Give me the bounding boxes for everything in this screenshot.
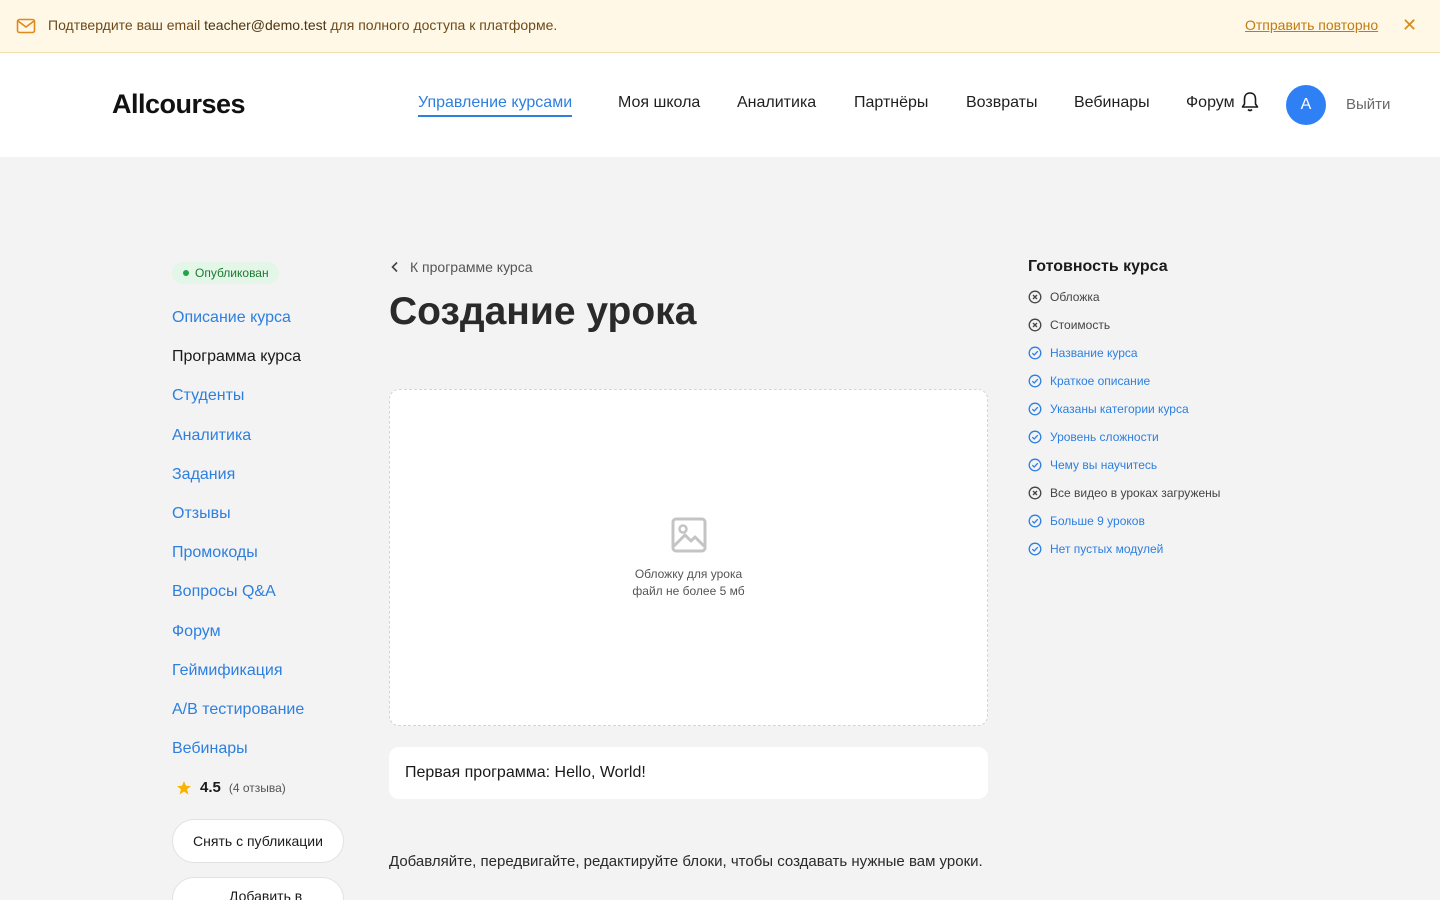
- page-title: Создание урока: [389, 290, 697, 333]
- readiness-item-label: Нет пустых модулей: [1050, 542, 1164, 556]
- readiness-item-label: Указаны категории курса: [1050, 402, 1189, 416]
- nav-refunds[interactable]: Возвраты: [966, 94, 1038, 112]
- readiness-item-label: Все видео в уроках загружены: [1050, 486, 1221, 500]
- sidebar-item-promocodes[interactable]: Промокоды: [172, 544, 258, 562]
- rating-count: (4 отзыва): [228, 780, 286, 795]
- readiness-item-difficulty: Уровень сложности: [1028, 430, 1159, 444]
- readiness-item-cover: Обложка: [1028, 290, 1100, 304]
- back-label: К программе курса: [410, 259, 533, 275]
- sidebar-item-students[interactable]: Студенты: [172, 387, 244, 405]
- bell-icon[interactable]: [1240, 91, 1260, 113]
- sidebar-item-assignments[interactable]: Задания: [172, 466, 235, 484]
- resend-link[interactable]: Отправить повторно: [1245, 17, 1378, 33]
- nav-my-school[interactable]: Моя школа: [618, 94, 700, 112]
- sidebar-item-reviews[interactable]: Отзывы: [172, 505, 231, 523]
- x-circle-icon: [1028, 318, 1042, 332]
- add-to-label: Добавить в: [229, 888, 303, 900]
- readiness-item-label: Стоимость: [1050, 318, 1111, 332]
- readiness-item-label: Краткое описание: [1050, 374, 1151, 388]
- readiness-item-label: Обложка: [1050, 290, 1100, 304]
- chevron-left-icon: [391, 261, 398, 273]
- image-icon: [671, 517, 707, 553]
- nav-analytics[interactable]: Аналитика: [737, 94, 816, 112]
- check-circle-icon: [1028, 430, 1042, 444]
- banner-message: Подтвердите ваш email teacher@demo.test …: [48, 17, 557, 33]
- sidebar-item-forum[interactable]: Форум: [172, 623, 221, 641]
- banner-suffix: для полного доступа к платформе.: [330, 17, 558, 33]
- unpublish-button[interactable]: Снять с публикации: [172, 819, 344, 863]
- sidebar-item-program[interactable]: Программа курса: [172, 348, 301, 366]
- mail-icon: [16, 18, 36, 34]
- email-confirm-banner: Подтвердите ваш email teacher@demo.test …: [0, 0, 1440, 53]
- x-circle-icon: [1028, 290, 1042, 304]
- cover-upload-area[interactable]: Обложку для урока файл не более 5 мб: [389, 389, 988, 726]
- avatar[interactable]: A: [1286, 85, 1326, 125]
- star-icon: [177, 780, 191, 794]
- sidebar-item-ab-testing[interactable]: A/B тестирование: [172, 701, 304, 719]
- sidebar-item-gamification[interactable]: Геймификация: [172, 662, 282, 680]
- sidebar-item-qa[interactable]: Вопросы Q&A: [172, 583, 276, 601]
- x-circle-icon: [1028, 486, 1042, 500]
- rating-value: 4.5: [200, 779, 221, 796]
- nav-forum[interactable]: Форум: [1186, 94, 1235, 112]
- course-rating: 4.5 (4 отзыва): [176, 779, 286, 796]
- readiness-item-label: Название курса: [1050, 346, 1138, 360]
- banner-prefix: Подтвердите ваш email: [48, 17, 201, 33]
- readiness-title: Готовность курса: [1028, 258, 1168, 275]
- lesson-name-field[interactable]: Первая программа: Hello, World!: [389, 747, 988, 799]
- upload-caption-line1: Обложку для урока: [634, 567, 743, 581]
- check-circle-icon: [1028, 514, 1042, 528]
- sidebar-item-analytics[interactable]: Аналитика: [172, 427, 251, 445]
- nav-webinars[interactable]: Вебинары: [1074, 94, 1150, 112]
- check-circle-icon: [1028, 458, 1042, 472]
- readiness-item-no-empty-modules: Нет пустых модулей: [1028, 542, 1163, 556]
- readiness-item-label: Уровень сложности: [1050, 430, 1159, 444]
- readiness-item-short-description: Краткое описание: [1028, 374, 1150, 388]
- readiness-item-learning-outcomes: Чему вы научитесь: [1028, 458, 1157, 472]
- sidebar-item-description[interactable]: Описание курса: [172, 309, 291, 327]
- readiness-item-course-name: Название курса: [1028, 346, 1138, 360]
- nav-partners[interactable]: Партнёры: [854, 94, 928, 112]
- upload-caption-line2: файл не более 5 мб: [632, 584, 745, 598]
- readiness-item-categories: Указаны категории курса: [1028, 402, 1189, 416]
- add-to-button[interactable]: Добавить в: [172, 877, 344, 900]
- check-circle-icon: [1028, 346, 1042, 360]
- blocks-hint-text: Добавляйте, передвигайте, редактируйте б…: [389, 853, 983, 870]
- back-to-program-link[interactable]: К программе курса: [390, 259, 533, 275]
- check-circle-icon: [1028, 374, 1042, 388]
- logo[interactable]: Allcourses: [112, 89, 246, 120]
- readiness-item-price: Стоимость: [1028, 318, 1110, 332]
- banner-email: teacher@demo.test: [204, 17, 327, 33]
- status-badge-label: Опубликован: [195, 266, 269, 280]
- close-icon[interactable]: ✕: [1402, 16, 1417, 34]
- check-circle-icon: [1028, 542, 1042, 556]
- readiness-item-label: Чему вы научитесь: [1050, 458, 1158, 472]
- top-header: Allcourses Управление курсами Моя школа …: [0, 53, 1440, 157]
- readiness-item-videos-uploaded: Все видео в уроках загружены: [1028, 486, 1220, 500]
- check-circle-icon: [1028, 402, 1042, 416]
- nav-course-management[interactable]: Управление курсами: [418, 94, 573, 117]
- logout-link[interactable]: Выйти: [1346, 96, 1390, 113]
- status-badge: Опубликован: [172, 262, 279, 284]
- readiness-item-lessons-count: Больше 9 уроков: [1028, 514, 1145, 528]
- sidebar-item-webinars[interactable]: Вебинары: [172, 740, 248, 758]
- status-dot-icon: [183, 270, 189, 276]
- readiness-item-label: Больше 9 уроков: [1050, 514, 1145, 528]
